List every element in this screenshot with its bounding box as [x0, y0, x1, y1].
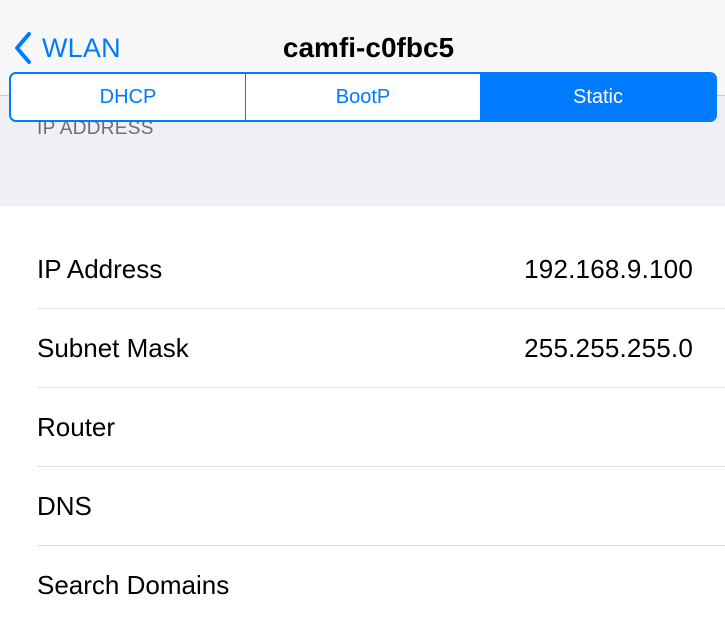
ip-address-row[interactable]: IP Address 192.168.9.100 — [0, 230, 725, 309]
segment-bootp[interactable]: BootP — [245, 74, 480, 120]
dns-row[interactable]: DNS — [0, 467, 725, 546]
router-row[interactable]: Router — [0, 388, 725, 467]
dns-label: DNS — [37, 491, 92, 521]
subnet-mask-row[interactable]: Subnet Mask 255.255.255.0 — [0, 309, 725, 388]
ip-address-value[interactable]: 192.168.9.100 — [524, 254, 693, 285]
segment-static[interactable]: Static — [480, 74, 715, 120]
ip-mode-segmented-control[interactable]: DHCP BootP Static — [9, 72, 717, 122]
subnet-mask-label: Subnet Mask — [37, 333, 189, 363]
ip-settings-list: IP Address 192.168.9.100 Subnet Mask 255… — [0, 230, 725, 625]
page-title: camfi-c0fbc5 — [282, 32, 455, 63]
ip-address-label: IP Address — [37, 254, 163, 284]
search-domains-label: Search Domains — [37, 570, 230, 600]
segment-dhcp[interactable]: DHCP — [11, 74, 245, 120]
subnet-mask-value[interactable]: 255.255.255.0 — [524, 333, 693, 364]
router-label: Router — [37, 412, 116, 442]
search-domains-row[interactable]: Search Domains — [0, 546, 725, 625]
